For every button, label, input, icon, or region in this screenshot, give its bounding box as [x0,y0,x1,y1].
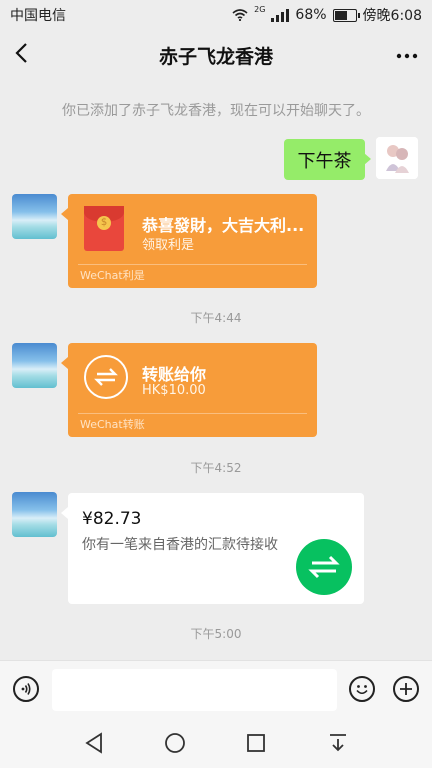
system-nav-bar [0,720,432,768]
more-dots-icon[interactable] [396,40,418,65]
status-icons: 2G 68% 傍晚6:08 [232,5,422,25]
clock: 傍晚6:08 [362,8,422,24]
red-packet-footer: WeChat利是 [80,269,145,282]
transfer-title: 转账给你 [142,365,207,384]
sent-message-bubble[interactable]: 下午茶 [284,139,371,180]
contact-avatar[interactable] [12,194,57,239]
chat-header: 赤子飞龙香港 [0,30,432,80]
receive-transfer-icon[interactable] [296,539,352,595]
nav-recents-icon[interactable] [246,732,266,754]
input-bar [0,660,432,720]
red-packet-card[interactable]: $ 恭喜發財，大吉大利... 领取利是 WeChat利是 [61,194,317,288]
contact-avatar[interactable] [12,343,57,388]
red-packet-subtitle: 领取利是 [142,238,195,253]
remittance-amount: ¥82.73 [82,509,142,529]
chat-title: 赤子飞龙香港 [158,45,273,68]
carrier-label: 中国电信 [10,8,66,24]
emoji-icon[interactable] [349,676,375,702]
nav-home-icon[interactable] [164,732,186,754]
wifi-icon [232,9,248,21]
remittance-description: 你有一笔来自香港的汇款待接收 [82,537,278,553]
red-packet-title: 恭喜發財，大吉大利... [142,216,305,235]
network-type: 2G [254,5,266,14]
nav-dropdown-icon[interactable] [328,732,348,754]
transfer-footer: WeChat转账 [80,418,145,431]
nav-back-icon[interactable] [84,732,104,754]
transfer-amount: HK$10.00 [142,383,206,398]
remittance-card[interactable]: ¥82.73 你有一笔来自香港的汇款待接收 [61,493,364,604]
system-message: 你已添加了赤子飞龙香港，现在可以开始聊天了。 [62,103,370,119]
transfer-icon [84,355,128,399]
battery-level [334,10,347,20]
red-packet-icon: $ [84,206,124,251]
timestamp: 下午4:44 [190,311,242,325]
my-avatar[interactable] [376,137,418,179]
status-bar: 中国电信 2G 68% 傍晚6:08 [0,0,432,30]
voice-icon[interactable] [13,676,39,702]
signal-icon [271,8,290,22]
message-input[interactable] [52,669,337,711]
transfer-card[interactable]: 转账给你 HK$10.00 WeChat转账 [61,343,317,437]
contact-avatar[interactable] [12,492,57,537]
back-arrow-icon[interactable] [14,42,28,68]
battery-icon [332,8,360,22]
battery-percent: 68% [295,7,327,23]
plus-icon[interactable] [393,676,419,702]
timestamp: 下午4:52 [190,461,242,475]
timestamp: 下午5:00 [190,627,242,641]
